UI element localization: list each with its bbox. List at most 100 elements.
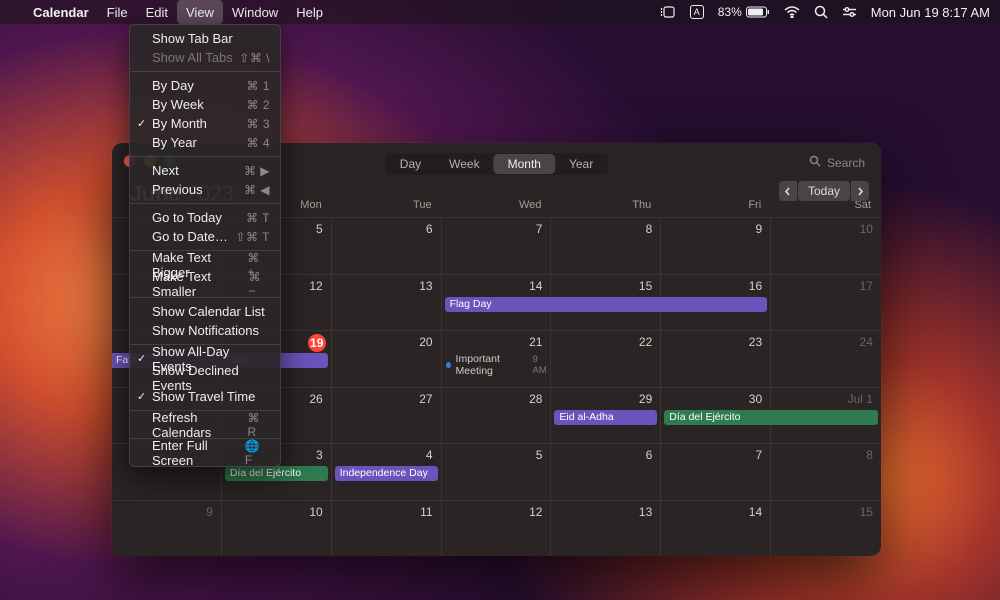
- day-cell[interactable]: 8: [771, 443, 881, 500]
- day-cell[interactable]: 27: [332, 387, 442, 444]
- day-cell[interactable]: 17: [771, 274, 881, 331]
- all-day-event[interactable]: Independence Day: [335, 466, 438, 481]
- menu-item[interactable]: Previous⌘ ◀: [130, 180, 280, 199]
- day-cell[interactable]: 6: [551, 443, 661, 500]
- day-cell[interactable]: 6: [332, 217, 442, 274]
- day-number: 10: [860, 222, 873, 236]
- day-cell[interactable]: 21Important Meeting 9 AM: [442, 330, 552, 387]
- menu-item[interactable]: Show Declined Events: [130, 368, 280, 387]
- all-day-event[interactable]: [770, 410, 878, 425]
- next-month-button[interactable]: [851, 181, 869, 201]
- today-button[interactable]: Today: [798, 181, 850, 201]
- view-mode-month[interactable]: Month: [494, 154, 555, 174]
- day-cell[interactable]: 12: [442, 500, 552, 557]
- menu-item[interactable]: Next⌘ ▶: [130, 161, 280, 180]
- day-cell[interactable]: 20: [332, 330, 442, 387]
- stage-manager-icon[interactable]: [660, 5, 676, 19]
- search-placeholder: Search: [827, 156, 865, 170]
- all-day-event[interactable]: Día del Ejército: [664, 410, 771, 425]
- menu-view[interactable]: View: [177, 0, 223, 24]
- day-cell[interactable]: 13: [551, 500, 661, 557]
- event-title: Important Meeting: [456, 353, 526, 377]
- day-cell[interactable]: 15: [771, 500, 881, 557]
- menu-item[interactable]: Refresh Calendars⌘ R: [130, 415, 280, 434]
- day-number: 21: [529, 335, 542, 349]
- all-day-event[interactable]: Eid al-Adha: [554, 410, 657, 425]
- day-header: Wed: [442, 199, 552, 217]
- battery-pct-label: 83%: [718, 5, 742, 19]
- view-mode-segmented[interactable]: DayWeekMonthYear: [385, 153, 608, 175]
- apple-menu[interactable]: [10, 0, 24, 24]
- day-header: Sat: [771, 199, 881, 217]
- day-cell[interactable]: 29Eid al-Adha: [551, 387, 661, 444]
- day-cell[interactable]: 7: [442, 217, 552, 274]
- day-cell[interactable]: 5: [442, 443, 552, 500]
- day-cell[interactable]: Jul 1: [771, 387, 881, 444]
- day-number: 19: [308, 334, 326, 352]
- menu-item[interactable]: Make Text Smaller⌘ −: [130, 274, 280, 293]
- all-day-event[interactable]: [660, 297, 767, 312]
- menu-item[interactable]: By Day⌘ 1: [130, 76, 280, 95]
- menu-item-label: Show Notifications: [152, 323, 259, 338]
- menu-item-shortcut: ⌘ 2: [246, 98, 270, 112]
- day-cell[interactable]: 7: [661, 443, 771, 500]
- menu-item[interactable]: Go to Date…⇧⌘ T: [130, 227, 280, 246]
- menu-item[interactable]: ✓Show Travel Time: [130, 387, 280, 406]
- day-cell[interactable]: 10: [222, 500, 332, 557]
- view-mode-day[interactable]: Day: [386, 154, 435, 174]
- menu-help[interactable]: Help: [287, 0, 332, 24]
- day-cell[interactable]: 14: [661, 500, 771, 557]
- menu-item[interactable]: ✓By Month⌘ 3: [130, 114, 280, 133]
- day-cell[interactable]: 9: [661, 217, 771, 274]
- menu-item[interactable]: Show Tab Bar: [130, 29, 280, 48]
- day-cell[interactable]: 8: [551, 217, 661, 274]
- menu-item-shortcut: ⌘ R: [248, 411, 270, 439]
- day-header: Tue: [332, 199, 442, 217]
- day-cell[interactable]: 15: [551, 274, 661, 331]
- app-name-menu[interactable]: Calendar: [24, 0, 98, 24]
- menu-window[interactable]: Window: [223, 0, 287, 24]
- menu-item-label: Show Travel Time: [152, 389, 255, 404]
- menu-item[interactable]: Show Notifications: [130, 321, 280, 340]
- day-cell[interactable]: 9: [112, 500, 222, 557]
- menu-file[interactable]: File: [98, 0, 137, 24]
- menu-item[interactable]: By Week⌘ 2: [130, 95, 280, 114]
- prev-month-button[interactable]: [779, 181, 797, 201]
- day-cell[interactable]: 4Independence Day: [332, 443, 442, 500]
- view-mode-week[interactable]: Week: [435, 154, 493, 174]
- input-source-badge[interactable]: A: [690, 5, 704, 19]
- search-field[interactable]: Search: [809, 155, 865, 170]
- menu-item[interactable]: By Year⌘ 4: [130, 133, 280, 152]
- battery-status[interactable]: 83%: [718, 5, 770, 19]
- day-number: 11: [420, 505, 432, 519]
- day-cell[interactable]: 14Flag Day: [442, 274, 552, 331]
- day-number: 15: [860, 505, 873, 519]
- menu-item[interactable]: Enter Full Screen🌐 F: [130, 443, 280, 462]
- day-cell[interactable]: 10: [771, 217, 881, 274]
- all-day-event[interactable]: [550, 297, 661, 312]
- menu-item-shortcut: ⇧⌘ T: [235, 230, 270, 244]
- timed-event[interactable]: Important Meeting 9 AM: [446, 353, 551, 377]
- day-cell[interactable]: 28: [442, 387, 552, 444]
- day-cell[interactable]: 11: [332, 500, 442, 557]
- day-cell[interactable]: 23: [661, 330, 771, 387]
- event-time: 9 AM: [533, 354, 551, 376]
- day-cell[interactable]: 24: [771, 330, 881, 387]
- view-mode-year[interactable]: Year: [555, 154, 607, 174]
- all-day-event[interactable]: Día del Ejército: [225, 466, 328, 481]
- menu-item-label: Show Calendar List: [152, 304, 265, 319]
- day-cell[interactable]: 13: [332, 274, 442, 331]
- today-nav: Today: [779, 181, 869, 201]
- menu-edit[interactable]: Edit: [137, 0, 177, 24]
- menu-item-label: Go to Today: [152, 210, 222, 225]
- day-cell[interactable]: 22: [551, 330, 661, 387]
- day-cell[interactable]: 30Día del Ejército: [661, 387, 771, 444]
- all-day-event[interactable]: Flag Day: [445, 297, 552, 312]
- control-center-icon[interactable]: [842, 6, 857, 18]
- clock[interactable]: Mon Jun 19 8:17 AM: [871, 5, 990, 20]
- spotlight-icon[interactable]: [814, 5, 828, 19]
- menu-item[interactable]: Show Calendar List: [130, 302, 280, 321]
- wifi-icon[interactable]: [784, 6, 800, 18]
- day-cell[interactable]: 16: [661, 274, 771, 331]
- menu-item[interactable]: Go to Today⌘ T: [130, 208, 280, 227]
